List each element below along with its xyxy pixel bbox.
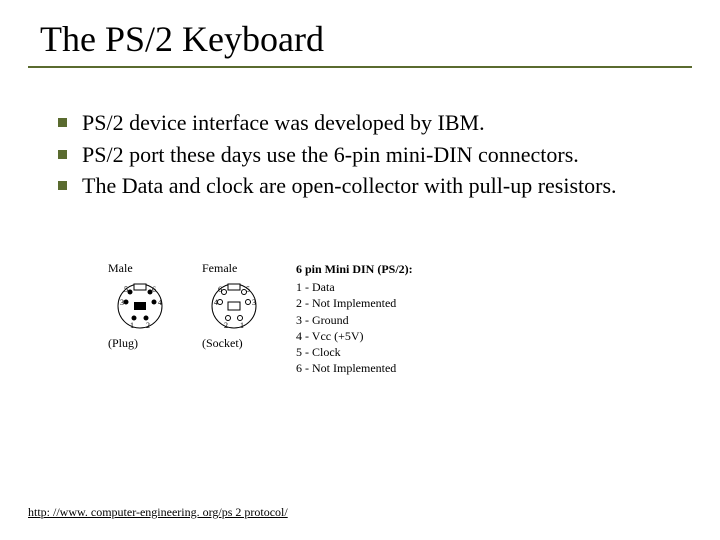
svg-text:3: 3 xyxy=(120,298,124,307)
svg-text:1: 1 xyxy=(130,321,134,330)
svg-text:4: 4 xyxy=(158,298,162,307)
bullet-item: The Data and clock are open-collector wi… xyxy=(52,171,692,201)
male-connector: Male 3 4 5 6 1 2 (Plug) xyxy=(108,261,172,351)
bullet-item: PS/2 device interface was developed by I… xyxy=(52,108,692,138)
title-rule: The PS/2 Keyboard xyxy=(28,18,692,68)
pinout-line: 2 - Not Implemented xyxy=(296,295,413,311)
female-connector-icon: 4 3 6 5 2 1 xyxy=(202,280,266,332)
pinout-line: 6 - Not Implemented xyxy=(296,360,413,376)
svg-text:5: 5 xyxy=(124,285,128,294)
female-caption: (Socket) xyxy=(202,336,266,351)
pinout-line: 4 - Vcc (+5V) xyxy=(296,328,413,344)
svg-text:6: 6 xyxy=(152,285,156,294)
svg-text:2: 2 xyxy=(224,321,228,330)
bullet-list: PS/2 device interface was developed by I… xyxy=(52,108,692,201)
pinout-line: 1 - Data xyxy=(296,279,413,295)
female-label: Female xyxy=(202,261,266,276)
slide-title: The PS/2 Keyboard xyxy=(28,18,692,60)
svg-text:3: 3 xyxy=(252,298,256,307)
pinout-line: 3 - Ground xyxy=(296,312,413,328)
male-label: Male xyxy=(108,261,172,276)
slide: The PS/2 Keyboard PS/2 device interface … xyxy=(0,0,720,540)
male-caption: (Plug) xyxy=(108,336,172,351)
svg-text:1: 1 xyxy=(240,321,244,330)
bullet-item: PS/2 port these days use the 6-pin mini-… xyxy=(52,140,692,170)
pinout-title: 6 pin Mini DIN (PS/2): xyxy=(296,261,413,277)
male-connector-icon: 3 4 5 6 1 2 xyxy=(108,280,172,332)
svg-text:5: 5 xyxy=(246,285,250,294)
pinout-legend: 6 pin Mini DIN (PS/2): 1 - Data 2 - Not … xyxy=(296,261,413,376)
female-connector: Female 4 3 6 5 2 1 (Socket) xyxy=(202,261,266,351)
svg-text:6: 6 xyxy=(218,285,222,294)
pinout-line: 5 - Clock xyxy=(296,344,413,360)
svg-text:4: 4 xyxy=(214,298,218,307)
source-link[interactable]: http: //www. computer-engineering. org/p… xyxy=(28,505,288,520)
connector-figure: Male 3 4 5 6 1 2 (Plug) xyxy=(108,261,692,376)
svg-text:2: 2 xyxy=(146,321,150,330)
